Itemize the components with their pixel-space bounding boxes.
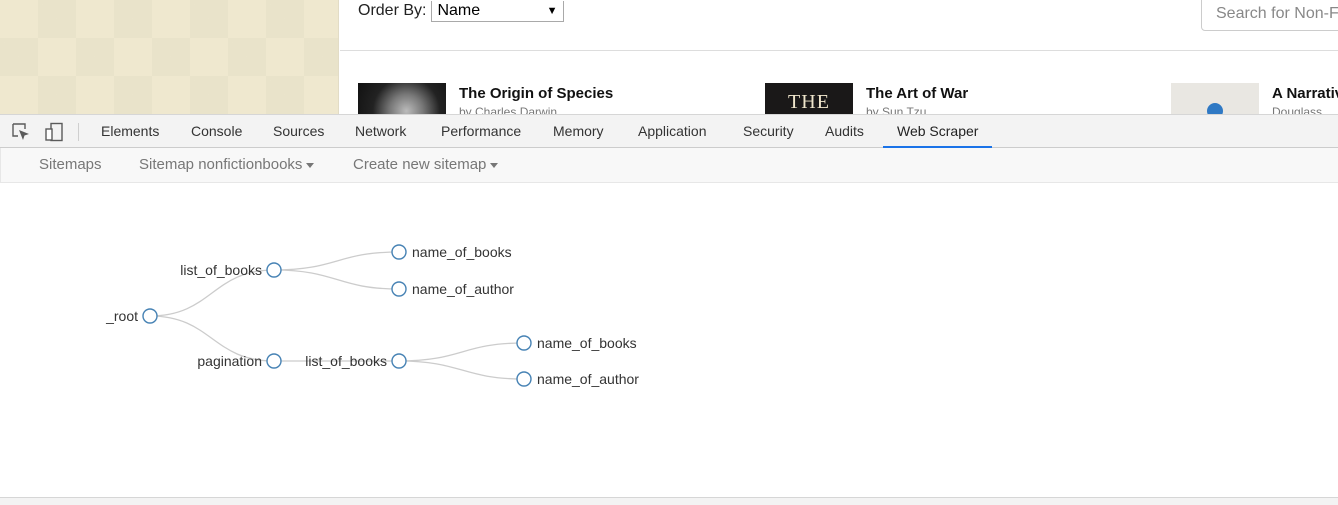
node-label: list_of_books xyxy=(180,262,262,278)
graph-node-pagination-name-of-author[interactable]: name_of_author xyxy=(516,371,639,387)
book-title[interactable]: The Art of War xyxy=(866,85,968,102)
panel-bottom-border xyxy=(0,497,1338,505)
graph-link xyxy=(273,269,400,290)
graph-node-name-of-books[interactable]: name_of_books xyxy=(391,244,512,260)
book-title[interactable]: The Origin of Species xyxy=(459,85,613,102)
node-label: name_of_author xyxy=(412,281,514,297)
tab-elements[interactable]: Elements xyxy=(87,115,173,148)
node-label: _root xyxy=(105,308,138,324)
device-toolbar-icon[interactable] xyxy=(44,122,64,142)
node-label: pagination xyxy=(197,353,262,369)
graph-node-pagination[interactable]: pagination xyxy=(197,353,282,369)
cover-text: THE xyxy=(788,91,830,113)
tab-web-scraper[interactable]: Web Scraper xyxy=(883,115,993,148)
tab-sources[interactable]: Sources xyxy=(259,115,338,148)
order-by-row: Order By: Name ▼ xyxy=(358,0,565,22)
tab-memory[interactable]: Memory xyxy=(539,115,618,148)
nav-sitemaps[interactable]: Sitemaps xyxy=(39,148,102,182)
search-input[interactable]: Search for Non-F xyxy=(1201,0,1338,31)
node-label: name_of_books xyxy=(537,335,637,351)
book-author: by Charles Darwin xyxy=(459,105,558,114)
book-item[interactable]: THE The Art of War by Sun Tzu xyxy=(765,83,968,114)
tab-console[interactable]: Console xyxy=(177,115,256,148)
graph-link xyxy=(398,360,525,380)
book-item[interactable]: The Origin of Species by Charles Darwin xyxy=(358,83,613,114)
divider xyxy=(340,50,1338,51)
node-circle[interactable] xyxy=(142,308,158,324)
order-by-value: Name xyxy=(437,1,481,19)
nav-sitemap-dropdown[interactable]: Sitemap nonfictionbooks xyxy=(139,148,315,182)
node-circle[interactable] xyxy=(391,353,407,369)
tab-network[interactable]: Network xyxy=(341,115,420,148)
node-circle[interactable] xyxy=(266,353,282,369)
toolbar-separator xyxy=(78,123,79,141)
graph-node-pagination-name-of-books[interactable]: name_of_books xyxy=(516,335,637,351)
graph-link xyxy=(273,251,400,271)
book-item[interactable]: A Narrativ Douglass xyxy=(1171,83,1338,114)
node-label: name_of_books xyxy=(412,244,512,260)
page-sidebar-background xyxy=(0,0,339,114)
book-cover-image[interactable] xyxy=(358,83,446,114)
tab-audits[interactable]: Audits xyxy=(811,115,878,148)
book-author: by Sun Tzu xyxy=(866,105,927,114)
node-circle[interactable] xyxy=(266,262,282,278)
nav-create-label: Create new sitemap xyxy=(353,156,487,173)
tab-application[interactable]: Application xyxy=(624,115,721,148)
chevron-down-icon xyxy=(306,162,315,168)
devtools-tab-bar: Elements Console Sources Network Perform… xyxy=(0,114,1338,148)
node-label: list_of_books xyxy=(305,353,387,369)
select-caret-icon: ▼ xyxy=(546,4,558,17)
node-label: name_of_author xyxy=(537,371,639,387)
tab-performance[interactable]: Performance xyxy=(427,115,535,148)
inspect-element-icon[interactable] xyxy=(11,122,31,142)
book-title[interactable]: A Narrativ xyxy=(1272,85,1338,102)
web-scraper-navbar: Sitemaps Sitemap nonfictionbooks Create … xyxy=(0,148,1338,183)
page-main: Order By: Name ▼ Search for Non-F The Or… xyxy=(340,0,1338,114)
node-circle[interactable] xyxy=(391,244,407,260)
node-circle[interactable] xyxy=(516,335,532,351)
node-circle[interactable] xyxy=(516,371,532,387)
graph-link xyxy=(398,342,525,362)
selector-graph: _root list_of_books name_of_books name_o… xyxy=(0,183,1338,497)
node-circle[interactable] xyxy=(391,281,407,297)
order-by-select[interactable]: Name ▼ xyxy=(431,0,565,22)
nav-sitemap-label: Sitemap nonfictionbooks xyxy=(139,156,303,173)
order-by-label: Order By: xyxy=(358,2,427,19)
selector-graph-svg: _root list_of_books name_of_books name_o… xyxy=(105,244,639,387)
book-cover-image[interactable] xyxy=(1171,83,1259,114)
chevron-down-icon xyxy=(490,162,499,168)
graph-node-root[interactable]: _root xyxy=(105,308,158,324)
tab-security[interactable]: Security xyxy=(729,115,808,148)
book-cover-image[interactable]: THE xyxy=(765,83,853,114)
web-page: Order By: Name ▼ Search for Non-F The Or… xyxy=(0,0,1338,114)
nav-create-sitemap-dropdown[interactable]: Create new sitemap xyxy=(353,148,499,182)
book-author: Douglass xyxy=(1272,105,1323,114)
browser-window: Order By: Name ▼ Search for Non-F The Or… xyxy=(0,0,1338,505)
graph-node-name-of-author[interactable]: name_of_author xyxy=(391,281,514,297)
cover-emblem xyxy=(1207,103,1223,114)
